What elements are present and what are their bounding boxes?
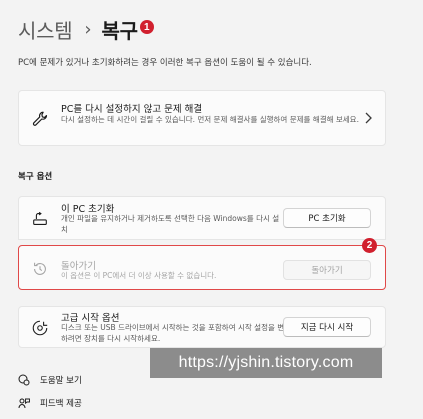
go-back-subtitle: 이 옵션은 이 PC에서 더 이상 사용할 수 없습니다. xyxy=(61,271,217,280)
go-back-card: 돌아가기 이 옵션은 이 PC에서 더 이상 사용할 수 없습니다. 돌아가기 … xyxy=(18,238,386,290)
reset-pc-card: 이 PC 초기화 개인 파일을 유지하거나 제거하도록 선택한 다음 Windo… xyxy=(18,196,386,240)
advanced-startup-subtitle: 디스크 또는 USB 드라이브에서 시작하는 것을 포함하여 시작 설정을 변경… xyxy=(61,323,292,343)
breadcrumb: 시스템 › 복구 1 xyxy=(18,14,154,44)
get-help-link[interactable]: 도움말 보기 xyxy=(18,374,82,386)
troubleshoot-card[interactable]: PC를 다시 설정하지 않고 문제 해결 다시 설정하는 데 시간이 걸릴 수 … xyxy=(18,90,386,146)
reset-pc-button[interactable]: PC 초기화 xyxy=(283,208,371,228)
section-recovery-options: 복구 옵션 xyxy=(18,172,53,182)
chevron-right-icon xyxy=(365,112,372,124)
get-help-label: 도움말 보기 xyxy=(40,376,82,386)
annotation-marker-2: 2 xyxy=(362,238,377,253)
annotation-marker-1: 1 xyxy=(139,20,154,34)
watermark: https://yjshin.tistory.com xyxy=(150,348,382,378)
reset-pc-icon xyxy=(33,211,47,225)
page-description: PC에 문제가 있거나 초기화하려는 경우 이러한 복구 옵션이 도움이 될 수… xyxy=(18,58,312,68)
give-feedback-link[interactable]: 피드백 제공 xyxy=(18,397,82,409)
feedback-icon xyxy=(18,398,30,409)
reset-pc-subtitle: 개인 파일을 유지하거나 제거하도록 선택한 다음 Windows를 다시 설치 xyxy=(61,214,280,234)
troubleshoot-title: PC를 다시 설정하지 않고 문제 해결 xyxy=(61,104,203,115)
give-feedback-label: 피드백 제공 xyxy=(40,399,82,409)
troubleshoot-subtitle: 다시 설정하는 데 시간이 걸릴 수 있습니다. 먼저 문제 해결사를 실행하여… xyxy=(61,115,359,124)
advanced-startup-card: 고급 시작 옵션 디스크 또는 USB 드라이브에서 시작하는 것을 포함하여 … xyxy=(18,306,386,348)
settings-recovery-page: 시스템 › 복구 1 PC에 문제가 있거나 초기화하려는 경우 이러한 복구 … xyxy=(0,0,423,419)
restart-now-button[interactable]: 지금 다시 시작 xyxy=(283,317,371,337)
help-icon xyxy=(18,374,30,386)
breadcrumb-system[interactable]: 시스템 xyxy=(18,15,73,44)
history-icon xyxy=(34,262,46,275)
wrench-icon xyxy=(32,111,48,126)
go-back-button: 돌아가기 xyxy=(283,260,371,280)
breadcrumb-separator: › xyxy=(84,18,92,40)
advanced-startup-icon xyxy=(32,320,48,336)
page-title: 복구 xyxy=(101,18,139,43)
